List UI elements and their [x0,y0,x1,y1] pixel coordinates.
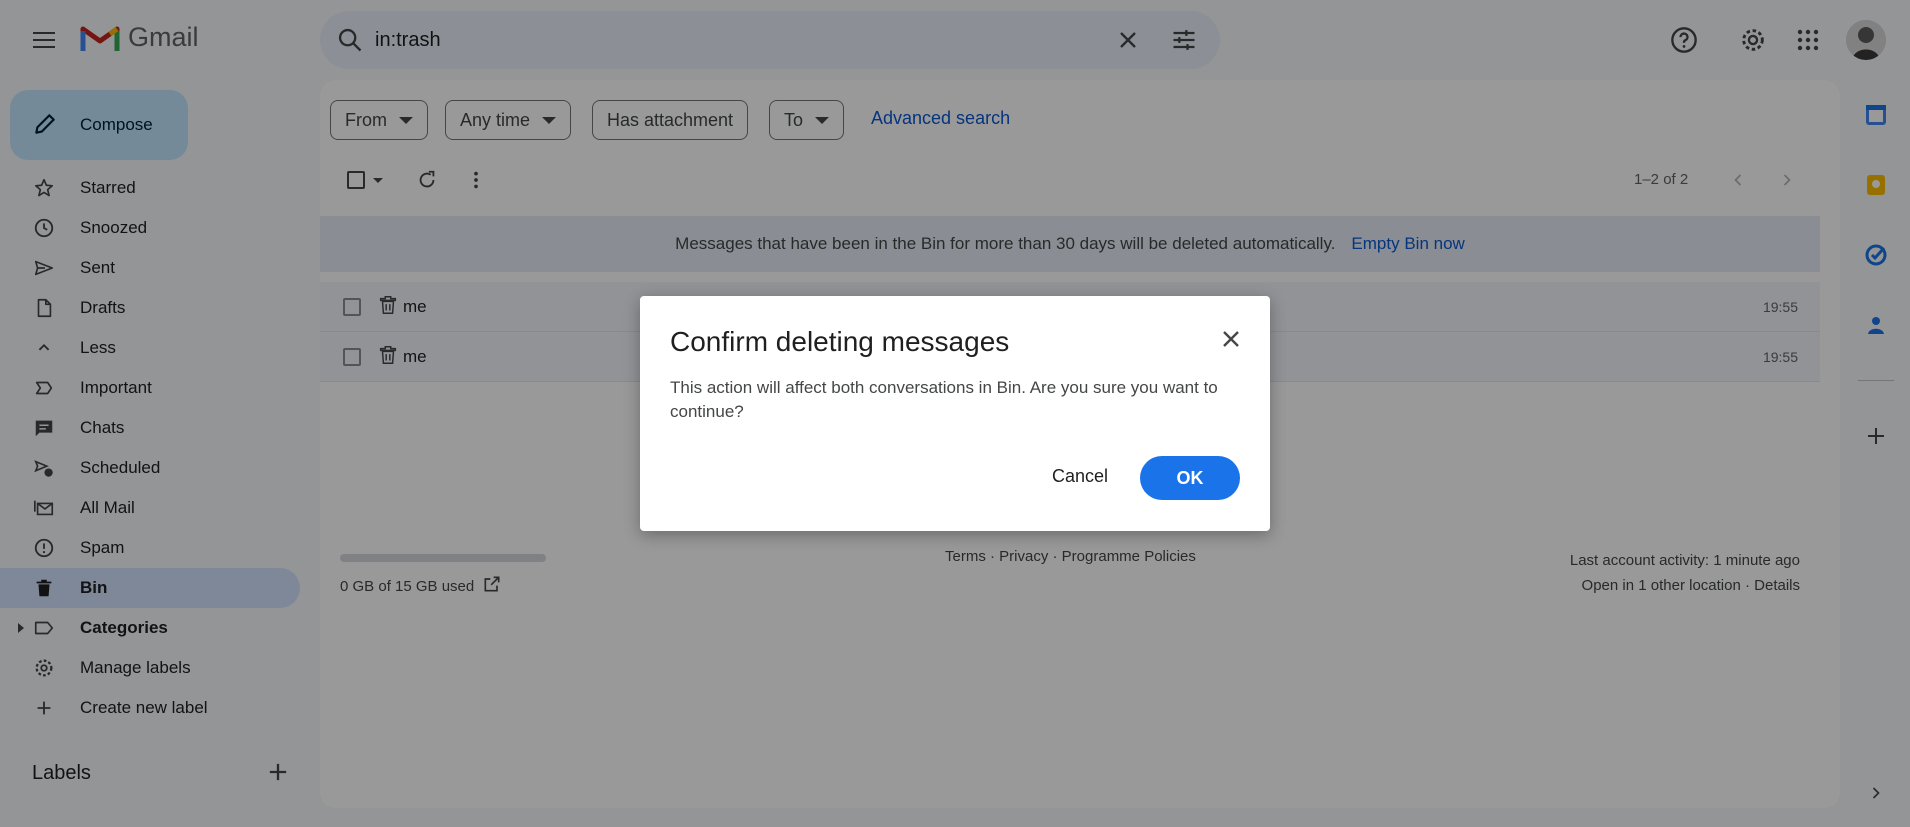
dialog-message: This action will affect both conversatio… [670,378,1218,421]
close-icon[interactable] [1216,324,1246,354]
dialog-title: Confirm deleting messages [670,326,1010,357]
ok-button[interactable]: OK [1140,456,1240,500]
cancel-button[interactable]: Cancel [1040,456,1120,496]
confirm-delete-dialog: Confirm deleting messages This action wi… [640,296,1270,531]
